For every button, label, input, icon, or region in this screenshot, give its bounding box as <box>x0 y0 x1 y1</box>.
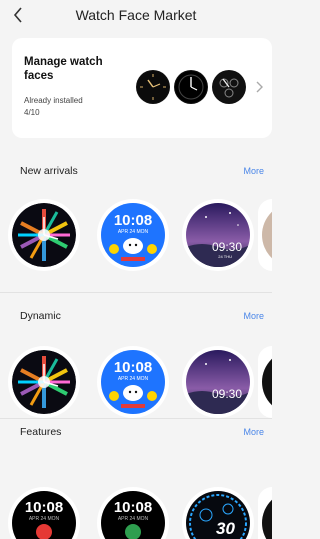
watch-face-night-sky[interactable]: 09:30 24 THU <box>182 199 254 271</box>
face-time: 10:08 <box>113 359 153 376</box>
watch-face-partial[interactable] <box>258 487 272 539</box>
watch-face-phone[interactable]: 10:08 APR 24 MON <box>97 487 169 539</box>
cartoon-dial: 10:08 APR 24 MON <box>101 203 165 267</box>
night-sky-dial: 09:30 <box>186 350 250 414</box>
header: Watch Face Market <box>0 0 272 32</box>
face-date: 24 THU <box>218 254 232 259</box>
features-more-link[interactable]: More <box>243 427 264 437</box>
watch-face-cartoon[interactable]: 10:08 APR 24 MON <box>97 199 169 271</box>
installed-face-thumb <box>174 70 208 104</box>
face-date: APR 24 MON <box>28 516 60 522</box>
kaleidoscope-dial <box>12 203 76 267</box>
face-time: 10:08 <box>113 499 153 516</box>
section-title-dynamic: Dynamic <box>20 310 61 322</box>
installed-face-thumb <box>212 70 246 104</box>
face-time: 09:30 <box>211 240 242 254</box>
partial-dial <box>262 203 272 267</box>
watch-face-partial[interactable] <box>258 199 272 271</box>
watch-face-partial[interactable] <box>258 346 272 418</box>
health-dial: 10:08 APR 24 MON <box>12 491 76 539</box>
section-divider <box>0 418 272 419</box>
watch-face-health[interactable]: 10:08 APR 24 MON <box>8 487 80 539</box>
face-time: 10:08 <box>113 212 153 229</box>
watch-face-cartoon[interactable]: 10:08 APR 24 MON <box>97 346 169 418</box>
night-sky-dial: 09:30 24 THU <box>186 203 250 267</box>
installed-info: Already installed 4/10 <box>24 95 83 119</box>
installed-count: 4/10 <box>24 108 40 117</box>
watch-face-kaleidoscope[interactable] <box>8 199 80 271</box>
partial-dial <box>262 491 272 539</box>
installed-face-thumb <box>136 70 170 104</box>
sport-dial: 30 <box>186 491 250 539</box>
heart-icon <box>36 524 52 539</box>
phone-dial: 10:08 APR 24 MON <box>101 491 165 539</box>
face-time: 09:30 <box>211 387 242 401</box>
watch-face-night-sky[interactable]: 09:30 <box>182 346 254 418</box>
face-date: APR 24 MON <box>117 516 149 522</box>
face-time: 10:08 <box>24 499 64 516</box>
manage-title: Manage watch faces <box>24 56 103 82</box>
dynamic-more-link[interactable]: More <box>243 311 264 321</box>
installed-label: Already installed <box>24 96 83 105</box>
new-arrivals-more-link[interactable]: More <box>243 166 264 176</box>
section-title-features: Features <box>20 426 62 438</box>
chevron-right-icon <box>256 81 263 93</box>
watch-face-kaleidoscope[interactable] <box>8 346 80 418</box>
kaleidoscope-dial <box>12 350 76 414</box>
watch-face-sport[interactable]: 30 <box>182 487 254 539</box>
partial-dial <box>262 350 272 414</box>
page-title: Watch Face Market <box>75 7 197 23</box>
face-time: 30 <box>216 519 235 538</box>
phone-icon <box>125 524 141 539</box>
manage-watch-faces-card[interactable]: Manage watch faces Already installed 4/1… <box>12 38 272 138</box>
section-divider <box>0 292 272 293</box>
section-title-new-arrivals: New arrivals <box>20 165 78 177</box>
cartoon-dial: 10:08 APR 24 MON <box>101 350 165 414</box>
